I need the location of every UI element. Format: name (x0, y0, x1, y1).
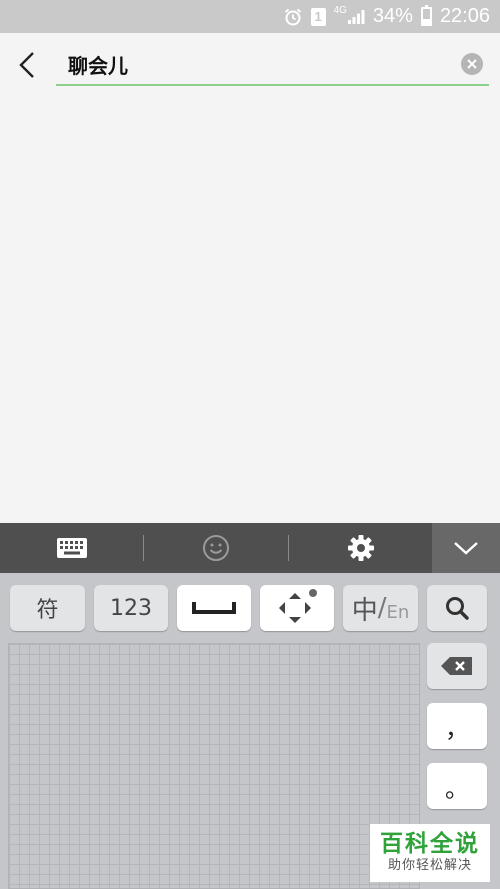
handwriting-area[interactable] (8, 643, 420, 889)
alarm-icon (283, 7, 303, 27)
network-type: 4G (333, 5, 347, 16)
back-button[interactable] (12, 49, 42, 81)
sim-icon: 1 (310, 7, 326, 26)
comma-key[interactable]: ， (427, 703, 487, 749)
backspace-key[interactable] (427, 643, 487, 689)
search-input[interactable] (66, 51, 446, 81)
chevron-down-icon (454, 542, 478, 555)
symbols-key-label: 符 (36, 598, 59, 623)
settings-icon (347, 535, 374, 561)
search-key[interactable] (427, 585, 487, 631)
watermark-subtitle: 助你轻松解决 (387, 858, 472, 873)
close-icon (467, 59, 477, 69)
watermark-badge: 百科全说 助你轻松解决 (370, 824, 490, 882)
period-key-label: 。 (445, 774, 469, 803)
cursor-move-key[interactable] (260, 585, 334, 631)
settings-button[interactable] (289, 523, 432, 573)
signal-icon: 4G (334, 5, 365, 25)
status-bar: 1 4G 34% 22:06 (0, 0, 500, 33)
lang-slash-label: / (377, 593, 387, 623)
comma-key-label: ， (445, 714, 469, 743)
battery-icon (420, 5, 432, 26)
clock: 22:06 (439, 5, 490, 27)
numbers-key[interactable]: 123 (94, 585, 168, 631)
back-arrow-icon (19, 52, 34, 78)
period-key[interactable]: 。 (427, 763, 487, 809)
keyboard-toolbar (0, 523, 500, 573)
lang-main-label: 中 (351, 595, 378, 626)
battery-percent: 34% (372, 5, 413, 27)
emoji-button[interactable] (144, 523, 288, 573)
search-icon (446, 597, 469, 620)
space-icon (192, 602, 236, 614)
collapse-keyboard-button[interactable] (432, 523, 500, 573)
emoji-icon (203, 535, 229, 561)
lang-alt-label: En (386, 601, 410, 623)
keyboard-switch-button[interactable] (0, 523, 143, 573)
search-header (0, 33, 500, 93)
search-field[interactable] (56, 47, 489, 86)
language-switch-key[interactable]: 中 / En (343, 585, 418, 631)
watermark-title: 百科全说 (380, 831, 480, 857)
symbols-key[interactable]: 符 (10, 585, 85, 631)
keyboard-icon (56, 538, 87, 558)
cursor-arrows-icon (279, 589, 317, 623)
backspace-icon (441, 657, 472, 675)
space-key[interactable] (177, 585, 251, 631)
clear-button[interactable] (461, 53, 483, 75)
numbers-key-label: 123 (110, 595, 152, 621)
